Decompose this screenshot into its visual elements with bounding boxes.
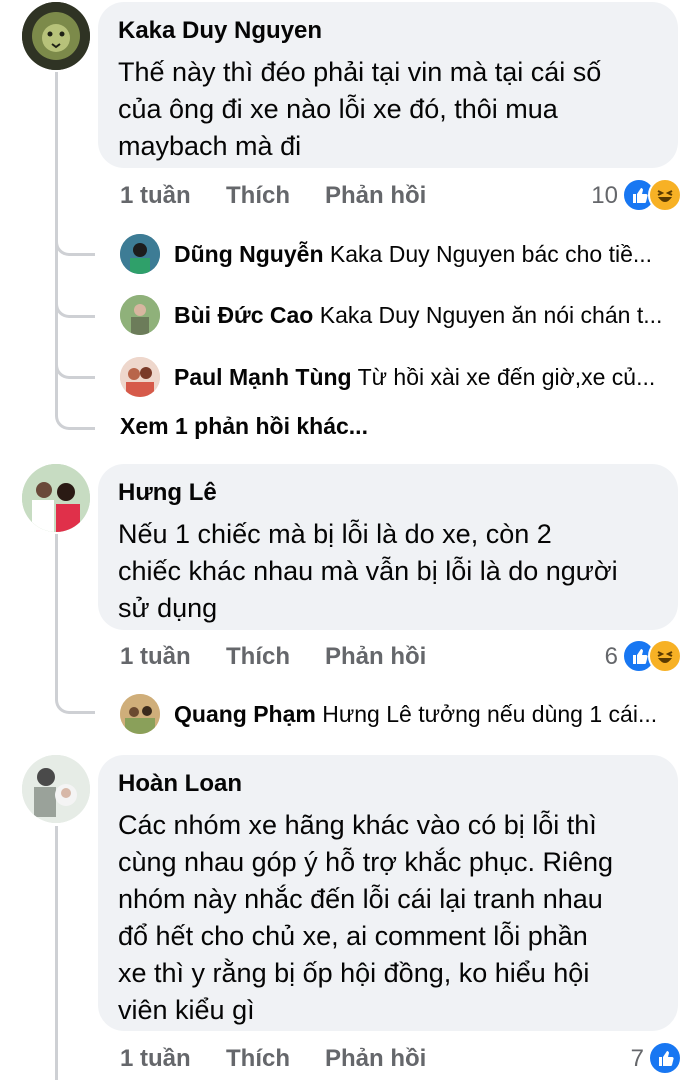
avatar[interactable] [22,755,90,823]
comment-author[interactable]: Hưng Lê [118,478,658,508]
comment-bubble: Hoàn Loan Các nhóm xe hãng khác vào có b… [98,755,678,1031]
thread-connector [55,232,95,256]
comment-author[interactable]: Hoàn Loan [118,769,658,799]
reply-preview: Từ hồi xài xe đến giờ,xe củ... [357,364,656,390]
comment-bubble: Hưng Lê Nếu 1 chiếc mà bị lỗi là do xe, … [98,464,678,630]
thread-connector [55,294,95,318]
reaction-count[interactable]: 7 [590,1044,644,1074]
reply-preview: Kaka Duy Nguyen ăn nói chán t... [319,302,663,328]
lion-avatar-icon [22,2,90,70]
like-icon [648,1041,682,1075]
avatar[interactable] [22,464,90,532]
reply-button[interactable]: Phản hồi [325,642,426,672]
haha-icon [648,639,682,673]
haha-icon [648,178,682,212]
reply-author[interactable]: Paul Mạnh Tùng [174,364,352,390]
avatar[interactable] [22,2,90,70]
thread-connector [55,690,95,714]
reply-item[interactable]: Paul Mạnh Tùng Từ hồi xài xe đến giờ,xe … [174,362,679,392]
comment-text: Các nhóm xe hãng khác vào có bị lỗi thì … [118,810,614,1025]
thread-connector [55,400,95,430]
reply-author[interactable]: Dũng Nguyễn [174,241,324,267]
avatar[interactable] [120,357,160,397]
reply-item[interactable]: Dũng Nguyễn Kaka Duy Nguyen bác cho tiề.… [174,239,679,269]
comment-author[interactable]: Kaka Duy Nguyen [118,16,658,46]
reply-preview: Hưng Lê tưởng nếu dùng 1 cái... [322,701,658,727]
reply-button[interactable]: Phản hồi [325,1044,426,1074]
reply-preview: Kaka Duy Nguyen bác cho tiề... [329,241,653,267]
reply-button[interactable]: Phản hồi [325,181,426,211]
thread-connector [55,355,95,379]
avatar[interactable] [120,295,160,335]
reply-author[interactable]: Bùi Đức Cao [174,302,313,328]
like-button[interactable]: Thích [226,181,290,211]
reply-item[interactable]: Quang Phạm Hưng Lê tưởng nếu dùng 1 cái.… [174,699,679,729]
timestamp[interactable]: 1 tuần [120,181,191,211]
timestamp[interactable]: 1 tuần [120,1044,191,1074]
reply-item[interactable]: Bùi Đức Cao Kaka Duy Nguyen ăn nói chán … [174,300,679,330]
timestamp[interactable]: 1 tuần [120,642,191,672]
like-button[interactable]: Thích [226,642,290,672]
thread-line [55,826,58,1080]
comment-bubble: Kaka Duy Nguyen Thế này thì đéo phải tại… [98,2,678,168]
avatar[interactable] [120,234,160,274]
comment-text: Thế này thì đéo phải tại vin mà tại cái … [118,57,602,161]
comment-text: Nếu 1 chiếc mà bị lỗi là do xe, còn 2 ch… [118,519,618,623]
avatar[interactable] [120,694,160,734]
view-more-replies-link[interactable]: Xem 1 phản hồi khác... [120,411,368,441]
reaction-count[interactable]: 6 [560,642,618,672]
thread-line [55,534,58,694]
reply-author[interactable]: Quang Phạm [174,701,316,727]
like-button[interactable]: Thích [226,1044,290,1074]
reaction-count[interactable]: 10 [560,181,618,211]
